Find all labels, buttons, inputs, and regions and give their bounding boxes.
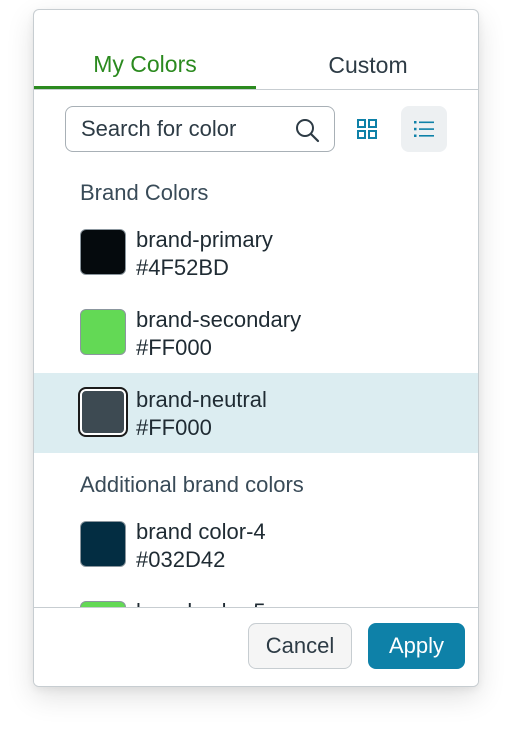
toolbar bbox=[65, 106, 455, 154]
color-row-brand-neutral[interactable]: brand-neutral #FF000 bbox=[34, 373, 478, 453]
tab-my-colors-label: My Colors bbox=[93, 51, 197, 77]
color-name: brand-secondary bbox=[136, 307, 302, 332]
color-swatch bbox=[80, 521, 126, 567]
color-swatch bbox=[80, 309, 126, 355]
color-hex: #FF000 bbox=[136, 335, 212, 360]
grid-view-button[interactable] bbox=[344, 106, 390, 152]
cancel-button[interactable]: Cancel bbox=[248, 623, 352, 669]
search-input[interactable] bbox=[66, 115, 283, 143]
color-swatch bbox=[80, 229, 126, 275]
search-box bbox=[65, 106, 335, 152]
color-name: brand-primary bbox=[136, 227, 273, 252]
color-hex: #4F52BD bbox=[136, 255, 229, 280]
group-title-additional-brand-colors: Additional brand colors bbox=[80, 472, 304, 497]
list-view-button[interactable] bbox=[401, 106, 447, 152]
dialog-footer: Cancel Apply bbox=[34, 607, 478, 686]
tab-custom[interactable]: Custom bbox=[256, 10, 478, 89]
color-row-brand-secondary[interactable]: brand-secondary #FF000 bbox=[34, 293, 478, 373]
color-name: brand-neutral bbox=[136, 387, 267, 412]
search-icon[interactable] bbox=[294, 117, 320, 143]
tab-my-colors[interactable]: My Colors bbox=[34, 10, 256, 89]
color-swatch bbox=[78, 387, 128, 437]
color-row-brand-color-4[interactable]: brand color-4 #032D42 bbox=[34, 505, 478, 585]
tab-custom-label: Custom bbox=[328, 52, 408, 78]
group-title-brand-colors: Brand Colors bbox=[80, 180, 209, 205]
color-row-brand-color-5[interactable]: brand color-5 bbox=[34, 585, 478, 609]
color-hex: #FF000 bbox=[136, 415, 212, 440]
color-list[interactable]: Brand Colors brand-primary #4F52BD brand… bbox=[34, 170, 478, 609]
grid-icon bbox=[357, 119, 377, 139]
list-icon bbox=[414, 121, 434, 137]
tab-bar: My Colors Custom bbox=[34, 10, 478, 90]
color-hex: #032D42 bbox=[136, 547, 226, 572]
color-picker-panel: My Colors Custom Search for color Brand … bbox=[33, 9, 479, 687]
apply-button[interactable]: Apply bbox=[368, 623, 465, 669]
color-name: brand color-4 bbox=[136, 519, 266, 544]
color-row-brand-primary[interactable]: brand-primary #4F52BD bbox=[34, 213, 478, 293]
